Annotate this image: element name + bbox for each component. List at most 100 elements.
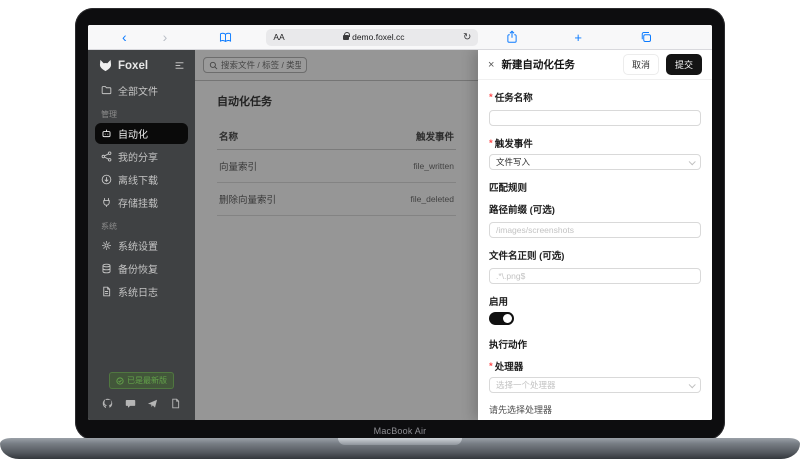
browser-toolbar: ‹ › AA demo.foxel.cc ↻ (88, 25, 712, 50)
match-rules-section-label: 匹配规则 (489, 180, 701, 194)
version-badge-label: 已是最新版 (127, 375, 167, 386)
processor-select[interactable]: 选择一个处理器 (489, 377, 701, 393)
sidebar-footer (88, 398, 195, 420)
chat-icon[interactable] (125, 398, 136, 409)
sidebar-section-manage: 管理 (88, 102, 195, 122)
sidebar-item-system-logs[interactable]: 系统日志 (95, 281, 188, 302)
action-section-label: 执行动作 (489, 337, 701, 351)
sidebar-item-label: 全部文件 (118, 83, 158, 98)
close-icon[interactable]: × (488, 59, 494, 71)
path-prefix-input[interactable] (489, 222, 701, 238)
path-prefix-label: 路径前缀 (可选) (489, 202, 701, 216)
cancel-button[interactable]: 取消 (623, 54, 659, 75)
task-name-label: * 任务名称 (489, 90, 701, 104)
page-viewport: Foxel 全部文件 管理 (88, 50, 712, 420)
drawer-title: 新建自动化任务 (501, 57, 616, 72)
table-row[interactable]: 删除向量索引 file_deleted (217, 183, 456, 216)
table-row[interactable]: 向量索引 file_written (217, 150, 456, 183)
laptop-notch (338, 438, 462, 445)
sidebar-item-label: 存储挂载 (118, 195, 158, 210)
telegram-icon[interactable] (147, 398, 158, 409)
sidebar: Foxel 全部文件 管理 (88, 50, 195, 420)
sidebar-item-my-shares[interactable]: 我的分享 (95, 146, 188, 167)
sidebar-item-backup-restore[interactable]: 备份恢复 (95, 258, 188, 279)
search-icon (209, 61, 218, 70)
sidebar-item-system-settings[interactable]: 系统设置 (95, 235, 188, 256)
search-input[interactable] (221, 60, 301, 70)
sidebar-item-label: 我的分享 (118, 149, 158, 164)
reload-icon[interactable]: ↻ (463, 32, 471, 43)
main-topbar (195, 50, 478, 81)
document-icon[interactable] (170, 398, 181, 409)
trigger-event-cell: file_written (413, 161, 454, 171)
task-name-cell: 向量索引 (219, 159, 257, 173)
version-badge[interactable]: 已是最新版 (109, 372, 174, 389)
page-title: 自动化任务 (217, 93, 456, 109)
foxel-logo-icon (99, 59, 112, 72)
column-name: 名称 (219, 129, 238, 143)
download-icon (101, 174, 112, 185)
automation-panel: 自动化任务 名称 触发事件 向量索引 file_written 删除向量索引 f… (195, 81, 478, 216)
sidebar-item-label: 自动化 (118, 126, 148, 141)
sidebar-item-automation[interactable]: 自动化 (95, 123, 188, 144)
sidebar-item-label: 系统设置 (118, 238, 158, 253)
required-mark: * (489, 361, 493, 372)
new-task-drawer: × 新建自动化任务 取消 提交 * 任务名称 * 触发事件 (478, 50, 712, 420)
sidebar-item-label: 离线下载 (118, 172, 158, 187)
mount-plug-icon (101, 197, 112, 208)
site-url: demo.foxel.cc (343, 32, 404, 42)
search-box[interactable] (203, 57, 307, 73)
new-tab-icon[interactable]: + (574, 30, 582, 45)
column-trigger-event: 触发事件 (416, 129, 454, 143)
back-icon[interactable]: ‹ (122, 30, 127, 44)
trigger-event-cell: file_deleted (411, 194, 454, 204)
trigger-event-value: 文件写入 (496, 156, 530, 168)
gear-icon (101, 240, 112, 251)
reader-aa-button[interactable]: AA (273, 32, 284, 42)
required-mark: * (489, 138, 493, 149)
drawer-form: * 任务名称 * 触发事件 文件写入 匹配规则 路径前缀 (可选) (478, 80, 712, 420)
folder-icon (101, 85, 112, 96)
macbook-mockup: ‹ › AA demo.foxel.cc ↻ (0, 0, 800, 459)
device-label: MacBook Air (75, 426, 725, 436)
trigger-event-select[interactable]: 文件写入 (489, 154, 701, 170)
enabled-label: 启用 (489, 294, 701, 308)
browser-window: ‹ › AA demo.foxel.cc ↻ (88, 25, 712, 420)
task-name-input[interactable] (489, 110, 701, 126)
sidebar-section-system: 系统 (88, 214, 195, 234)
enabled-toggle[interactable] (489, 312, 514, 325)
bot-icon (101, 128, 112, 139)
lock-icon (343, 35, 349, 40)
sidebar-item-offline-download[interactable]: 离线下载 (95, 169, 188, 190)
forward-icon[interactable]: › (163, 30, 168, 44)
check-circle-icon (116, 377, 124, 385)
sidebar-item-all-files[interactable]: 全部文件 (95, 80, 188, 101)
tabs-icon[interactable] (640, 31, 652, 43)
database-icon (101, 263, 112, 274)
table-header: 名称 触发事件 (217, 123, 456, 150)
reading-list-icon[interactable] (219, 32, 232, 43)
processor-label: * 处理器 (489, 359, 701, 373)
brand-name: Foxel (118, 60, 174, 72)
filename-regex-label: 文件名正则 (可选) (489, 248, 701, 262)
share-nodes-icon (101, 151, 112, 162)
required-mark: * (489, 92, 493, 103)
chevron-down-icon (689, 158, 696, 165)
chevron-down-icon (689, 381, 696, 388)
submit-button[interactable]: 提交 (666, 54, 702, 75)
sidebar-item-label: 备份恢复 (118, 261, 158, 276)
address-bar[interactable]: AA demo.foxel.cc ↻ (266, 29, 478, 46)
github-icon[interactable] (102, 398, 113, 409)
processor-hint: 请先选择处理器 (489, 403, 701, 416)
sidebar-item-storage-mount[interactable]: 存储挂载 (95, 192, 188, 213)
main-content: 自动化任务 名称 触发事件 向量索引 file_written 删除向量索引 f… (195, 50, 478, 420)
sidebar-collapse-icon[interactable] (174, 60, 185, 71)
task-name-cell: 删除向量索引 (219, 192, 276, 206)
log-file-icon (101, 286, 112, 297)
filename-regex-input[interactable] (489, 268, 701, 284)
processor-placeholder: 选择一个处理器 (496, 379, 556, 391)
share-icon[interactable] (506, 30, 518, 44)
trigger-event-label: * 触发事件 (489, 136, 701, 150)
sidebar-item-label: 系统日志 (118, 284, 158, 299)
sidebar-header: Foxel (88, 50, 195, 79)
